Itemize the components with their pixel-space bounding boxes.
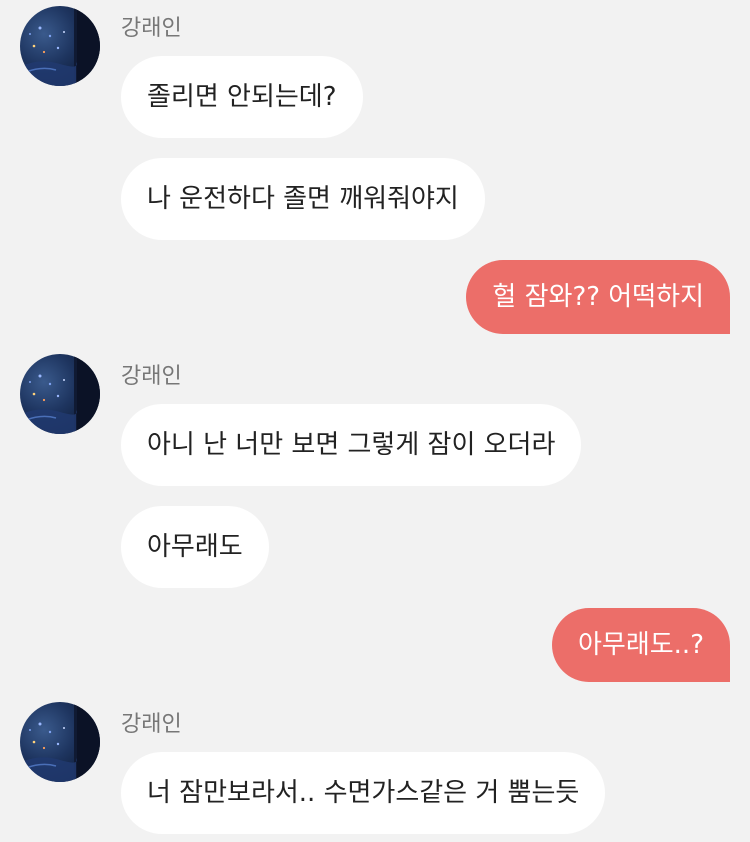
sender-name: 강래인 <box>121 364 182 389</box>
sender-name: 강래인 <box>121 712 182 737</box>
contact-avatar[interactable] <box>20 354 100 434</box>
contact-avatar[interactable] <box>20 702 100 782</box>
avatar-image <box>20 702 100 782</box>
incoming-message[interactable]: 아니 난 너만 보면 그렇게 잠이 오더라 <box>121 404 582 486</box>
incoming-message[interactable]: 아무래도 <box>121 506 269 588</box>
avatar-image <box>20 354 100 434</box>
incoming-message[interactable]: 졸리면 안되는데? <box>121 56 363 138</box>
contact-avatar[interactable] <box>20 6 100 86</box>
incoming-message[interactable]: 나 운전하다 졸면 깨워줘야지 <box>121 158 485 240</box>
sender-name: 강래인 <box>121 16 182 41</box>
chat-container[interactable]: 강래인 졸리면 안되는데? 나 운전하다 졸면 깨워줘야지 헐 잠와?? 어떡하… <box>0 0 750 842</box>
outgoing-message[interactable]: 헐 잠와?? 어떡하지 <box>466 260 730 334</box>
incoming-message[interactable]: 너 잠만보라서.. 수면가스같은 거 뿜는듯 <box>121 752 606 834</box>
outgoing-message[interactable]: 아무래도..? <box>551 608 730 682</box>
avatar-image <box>20 6 100 86</box>
